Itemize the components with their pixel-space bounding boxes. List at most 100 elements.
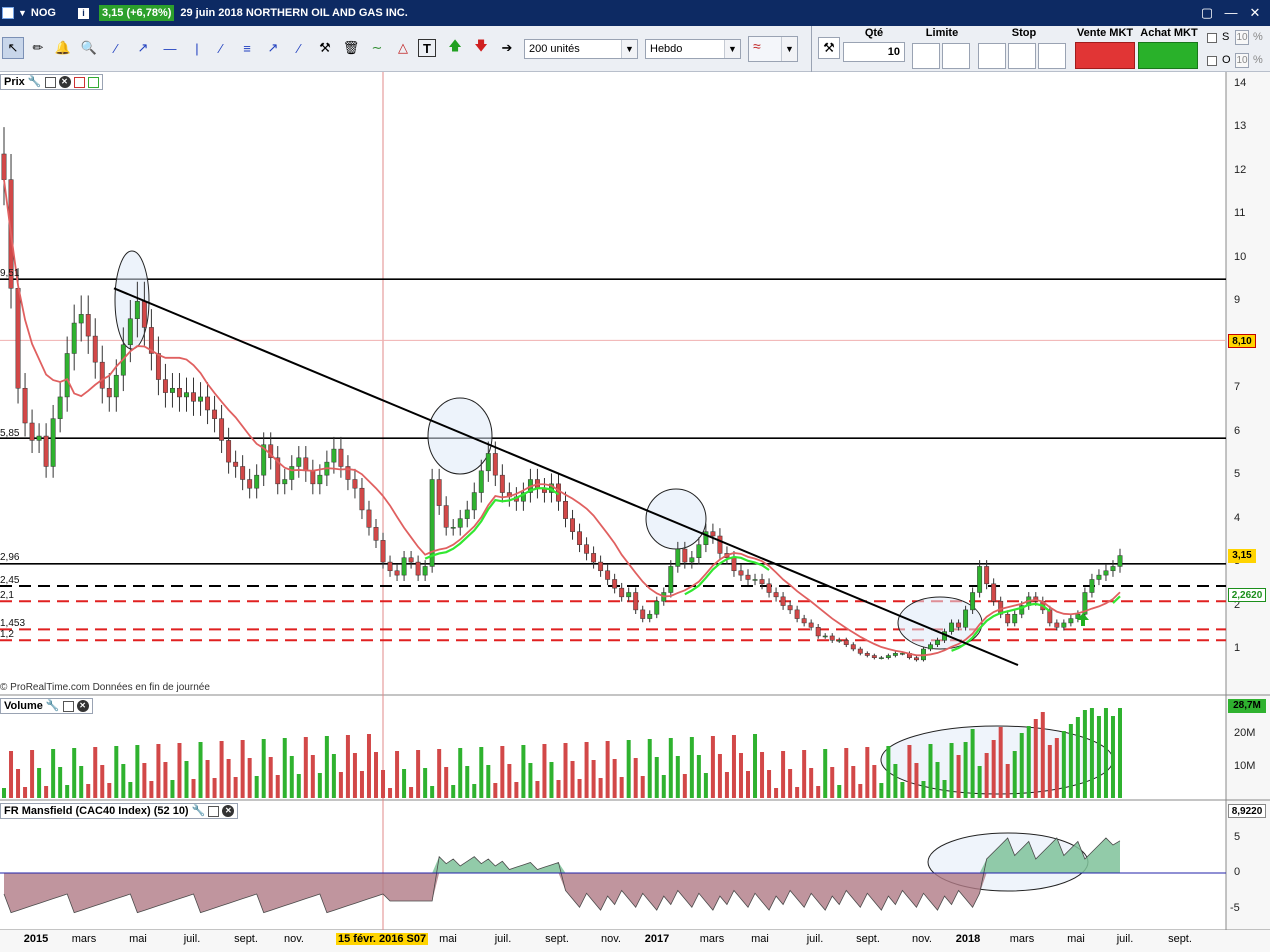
mansfield-panel-label[interactable]: FR Mansfield (CAC40 Index) (52 10) 🔧 ✕: [0, 803, 239, 819]
volume-bar: [114, 746, 119, 798]
volume-bar: [458, 748, 463, 798]
take-profit-checkbox[interactable]: [1207, 56, 1217, 66]
volume-bar: [746, 771, 750, 798]
channel-tool-icon[interactable]: ⁄: [210, 37, 232, 59]
close-icon[interactable]: ✕: [58, 76, 71, 88]
volume-bar: [261, 739, 266, 798]
volume-bar: [93, 747, 98, 798]
limit-buy-button[interactable]: [912, 43, 940, 69]
close-icon[interactable]: ✕: [222, 805, 235, 817]
stop-loss-checkbox[interactable]: [1207, 33, 1217, 43]
tools-icon[interactable]: ⚒: [314, 37, 336, 59]
buy-arrow-icon[interactable]: 🡅: [444, 37, 466, 59]
level-label: 1,2: [0, 629, 14, 640]
sell-market-button[interactable]: [1075, 42, 1135, 69]
wrench-icon[interactable]: 🔧: [46, 699, 60, 713]
wrench-icon[interactable]: 🔧: [192, 804, 206, 818]
volume-panel-label[interactable]: Volume 🔧 ✕: [0, 698, 93, 714]
minimize-button[interactable]: —: [1220, 2, 1242, 24]
add-indicator-icon[interactable]: [73, 76, 85, 88]
close-button[interactable]: ✕: [1244, 2, 1266, 24]
maximize-icon[interactable]: [44, 76, 56, 88]
volume-bar: [395, 751, 400, 798]
stop-buy-button[interactable]: [978, 43, 1006, 69]
fibonacci-tool-icon[interactable]: ≡: [236, 37, 258, 59]
volume-panel-title: Volume: [4, 700, 43, 712]
volume-bar: [542, 744, 547, 798]
volume-bar: [795, 787, 800, 798]
volume-bar: [149, 781, 154, 798]
volume-bar: [170, 780, 175, 798]
line-tool-icon[interactable]: ∕: [105, 37, 127, 59]
price-chart[interactable]: [0, 72, 1270, 952]
sell-mkt-label: Vente MKT: [1076, 27, 1134, 39]
buy-market-button[interactable]: [1138, 42, 1198, 69]
volume-bar: [303, 737, 308, 798]
volume-tag: 28,7M: [1228, 699, 1266, 713]
x-tick-label: mars: [1009, 933, 1035, 945]
trash-icon[interactable]: 🗑: [340, 37, 362, 59]
level-label: 1,453: [0, 618, 26, 629]
volume-bar: [388, 788, 393, 798]
volume-bar: [703, 773, 708, 798]
volume-bar: [212, 778, 217, 798]
chart-icon[interactable]: [2, 7, 14, 19]
x-tick-label: juil.: [494, 933, 512, 945]
volume-bar: [275, 775, 280, 798]
indicators-icon: ≈: [753, 38, 761, 54]
qty-label: Qté: [864, 27, 884, 39]
volume-bar: [30, 750, 35, 798]
volume-bar: [359, 771, 364, 798]
close-icon[interactable]: ✕: [76, 700, 89, 712]
wrench-icon[interactable]: 🔧: [28, 75, 42, 89]
o-percent-input[interactable]: 10: [1235, 53, 1249, 68]
stop-trailing-button[interactable]: [1038, 43, 1066, 69]
volume-bar: [451, 785, 456, 798]
x-tick-label: juil.: [183, 933, 201, 945]
info-icon[interactable]: i: [77, 7, 89, 19]
text-tool-icon[interactable]: T: [418, 39, 436, 57]
volume-bar: [626, 740, 631, 798]
horizontal-line-icon[interactable]: —: [159, 37, 181, 59]
window-title: 29 juin 2018 NORTHERN OIL AND GAS INC.: [180, 7, 408, 19]
restore-button[interactable]: ▢: [1196, 2, 1218, 24]
period-select[interactable]: Hebdo ▼: [645, 39, 741, 59]
add-panel-icon[interactable]: [87, 76, 99, 88]
limit-sell-button[interactable]: [942, 43, 970, 69]
sell-arrow-icon[interactable]: 🡇: [470, 37, 492, 59]
vertical-line-icon[interactable]: |: [186, 37, 208, 59]
volume-bar: [1054, 738, 1059, 798]
last-price-tag: 3,15: [1228, 549, 1256, 563]
volume-bar: [598, 778, 603, 798]
ray-tool-icon[interactable]: ↗: [132, 37, 154, 59]
maximize-icon[interactable]: [62, 700, 74, 712]
mansfield-tag: 8,9220: [1228, 804, 1266, 818]
stop-sell-button[interactable]: [1008, 43, 1036, 69]
ruler-tool-icon[interactable]: ✏: [27, 37, 49, 59]
s-percent-input[interactable]: 10: [1235, 30, 1249, 45]
zoom-icon[interactable]: 🔍: [78, 37, 100, 59]
price-panel-label[interactable]: Prix 🔧 ✕: [0, 74, 103, 90]
trend-channel-icon[interactable]: ↗: [262, 37, 284, 59]
symbol-label[interactable]: NOG: [31, 7, 56, 19]
parallel-lines-icon[interactable]: ∕: [288, 37, 310, 59]
volume-bar: [928, 744, 933, 798]
volume-bar: [521, 745, 526, 798]
cursor-tool-icon[interactable]: ↖: [2, 37, 24, 59]
volume-bar: [423, 768, 428, 798]
volume-bar: [44, 786, 49, 798]
volume-bar: [507, 764, 512, 798]
maximize-icon[interactable]: [208, 805, 220, 817]
order-settings-icon[interactable]: ⚒: [818, 37, 840, 59]
qty-input[interactable]: 10: [843, 42, 905, 62]
volume-bar: [16, 769, 21, 798]
right-arrow-icon[interactable]: ➔: [496, 37, 518, 59]
symbol-dropdown-icon[interactable]: ▼: [18, 8, 27, 18]
triangle-icon[interactable]: △: [392, 37, 414, 59]
indicators-button[interactable]: ≈ ▼: [748, 36, 798, 62]
alert-bell-icon[interactable]: 🔔: [52, 37, 74, 59]
pattern-icon[interactable]: ∼: [366, 37, 388, 59]
volume-bar: [163, 762, 168, 798]
volume-bar: [528, 763, 533, 798]
quantity-select[interactable]: 200 unités ▼: [524, 39, 638, 59]
